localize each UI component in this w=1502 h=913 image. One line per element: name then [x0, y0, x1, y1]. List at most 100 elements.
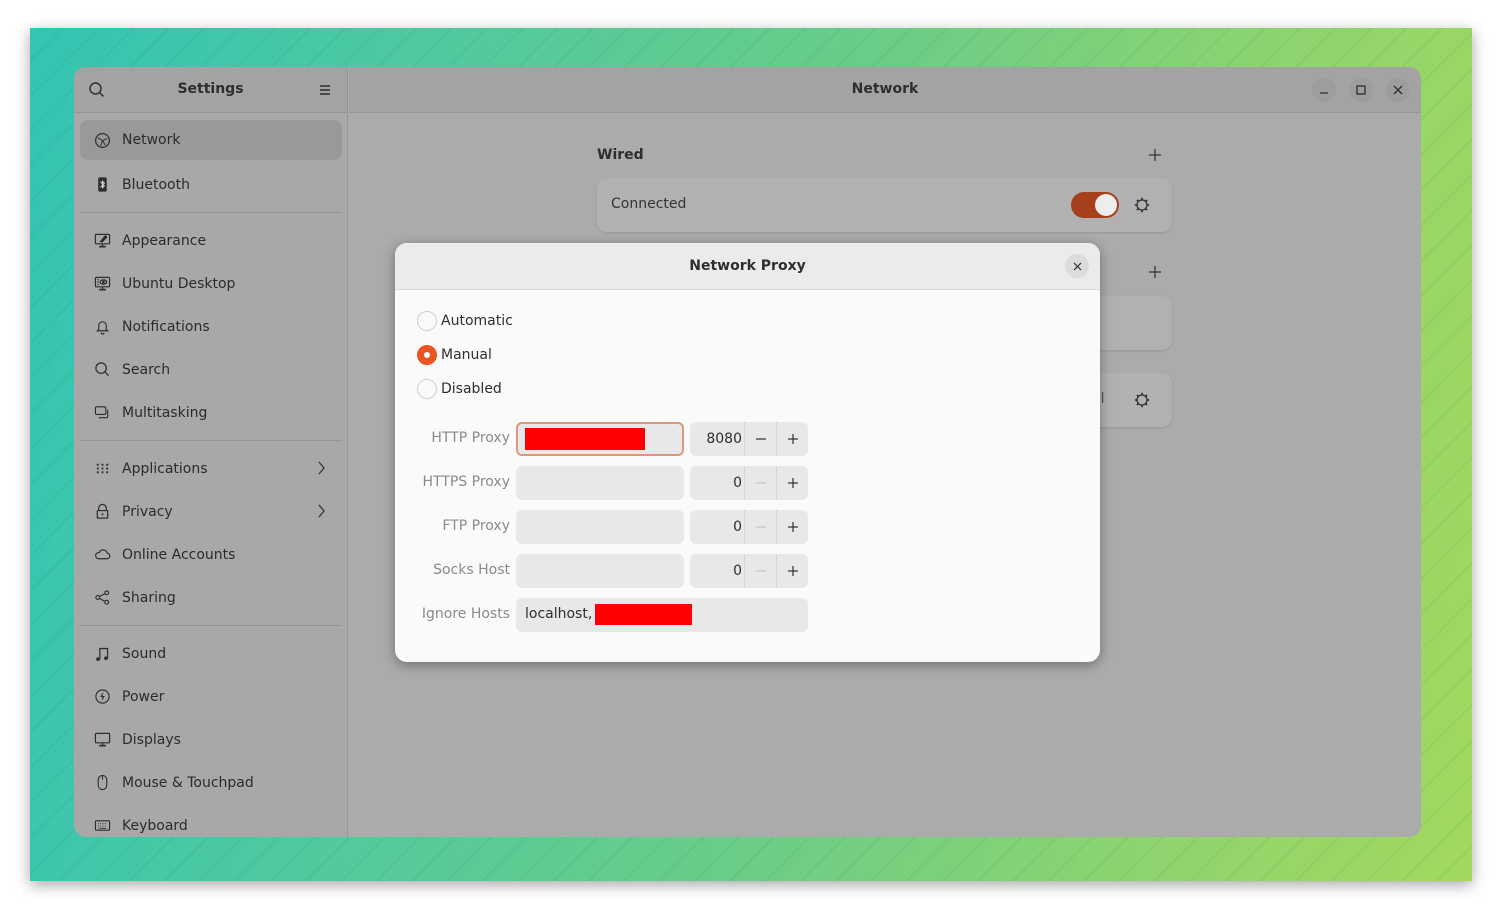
- network-icon: [93, 131, 111, 149]
- close-icon: [1073, 262, 1081, 270]
- minus-icon: [755, 482, 766, 484]
- sidebar-item-mouse-touchpad[interactable]: Mouse & Touchpad: [80, 761, 342, 804]
- sidebar-item-ubuntu-desktop[interactable]: Ubuntu Desktop: [80, 262, 342, 305]
- lock-icon: [93, 503, 111, 521]
- port-decrement-button[interactable]: [744, 422, 776, 456]
- sidebar-item-label: Multitasking: [122, 404, 208, 421]
- https-proxy-host-input[interactable]: [516, 466, 684, 500]
- close-icon: [1393, 85, 1403, 95]
- https-proxy-port-spinner[interactable]: 0: [690, 466, 808, 500]
- music-note-icon: [93, 645, 111, 663]
- sidebar-item-appearance[interactable]: Appearance: [80, 219, 342, 262]
- minus-icon: [755, 570, 766, 572]
- radio-label: Manual: [441, 347, 492, 363]
- radio-manual[interactable]: Manual: [417, 344, 492, 366]
- keyboard-icon: [93, 817, 111, 835]
- radio-button[interactable]: [417, 345, 437, 365]
- sidebar-item-sharing[interactable]: Sharing: [80, 576, 342, 619]
- sidebar-item-displays[interactable]: Displays: [80, 718, 342, 761]
- minimize-icon: [1320, 92, 1328, 94]
- ftp-proxy-port-spinner[interactable]: 0: [690, 510, 808, 544]
- port-decrement-button[interactable]: [744, 554, 776, 588]
- page-title: Network: [851, 81, 919, 97]
- port-increment-button[interactable]: [776, 510, 808, 544]
- chevron-right-icon: [318, 461, 325, 475]
- add-wired-connection-icon[interactable]: [1147, 147, 1163, 163]
- dialog-close-button[interactable]: [1065, 254, 1089, 278]
- sidebar-item-bluetooth[interactable]: Bluetooth: [80, 163, 342, 206]
- http-proxy-port-spinner[interactable]: 8080: [690, 422, 808, 456]
- minimize-button[interactable]: [1312, 78, 1336, 102]
- radio-label: Disabled: [441, 381, 502, 397]
- port-decrement-button[interactable]: [744, 510, 776, 544]
- dialog-header: Network Proxy: [395, 243, 1100, 290]
- ignore-hosts-input[interactable]: localhost,: [516, 598, 808, 632]
- sidebar-item-label: Online Accounts: [122, 546, 236, 563]
- plus-icon: [787, 566, 798, 576]
- sidebar-item-power[interactable]: Power: [80, 675, 342, 718]
- chevron-right-icon: [318, 504, 325, 518]
- sidebar-item-multitasking[interactable]: Multitasking: [80, 391, 342, 434]
- port-increment-button[interactable]: [776, 554, 808, 588]
- display-icon: [93, 731, 111, 749]
- sidebar-item-notifications[interactable]: Notifications: [80, 305, 342, 348]
- plus-icon: [787, 434, 798, 444]
- bell-icon: [93, 318, 111, 336]
- port-value[interactable]: 8080: [690, 431, 742, 447]
- maximize-icon: [1356, 85, 1366, 95]
- radio-button[interactable]: [417, 379, 437, 399]
- sidebar-divider: [80, 440, 342, 441]
- port-value[interactable]: 0: [690, 563, 742, 579]
- radio-button[interactable]: [417, 311, 437, 331]
- appearance-icon: [93, 232, 111, 250]
- ignore-hosts-value: localhost,: [525, 606, 593, 622]
- wired-connection-card: Connected: [597, 178, 1172, 232]
- sidebar-title: Settings: [177, 81, 244, 97]
- sidebar-item-keyboard[interactable]: Keyboard: [80, 804, 342, 837]
- ignore-hosts-label: Ignore Hosts: [421, 606, 510, 622]
- plus-icon: [787, 522, 798, 532]
- close-button[interactable]: [1386, 78, 1410, 102]
- wired-toggle[interactable]: [1071, 192, 1119, 218]
- sidebar: Settings Network Bluetooth Appearance Ub…: [74, 67, 348, 837]
- radio-disabled[interactable]: Disabled: [417, 378, 502, 400]
- https-proxy-label: HTTPS Proxy: [422, 474, 510, 490]
- sidebar-item-label: Appearance: [122, 232, 207, 249]
- sidebar-item-applications[interactable]: Applications: [80, 447, 342, 490]
- port-increment-button[interactable]: [776, 422, 808, 456]
- port-value[interactable]: 0: [690, 475, 742, 491]
- ubuntu-desktop-icon: [93, 275, 111, 293]
- search-icon: [93, 361, 111, 379]
- wired-status: Connected: [611, 196, 687, 212]
- port-decrement-button[interactable]: [744, 466, 776, 500]
- hamburger-menu-icon[interactable]: [318, 83, 332, 97]
- minus-icon: [755, 438, 766, 440]
- sidebar-item-network[interactable]: Network: [80, 120, 342, 160]
- sidebar-item-label: Mouse & Touchpad: [122, 774, 254, 791]
- redacted-hosts: [595, 604, 692, 625]
- radio-automatic[interactable]: Automatic: [417, 310, 513, 332]
- socks-host-input[interactable]: [516, 554, 684, 588]
- gear-icon[interactable]: [1133, 196, 1151, 214]
- sidebar-item-privacy[interactable]: Privacy: [80, 490, 342, 533]
- sidebar-list: Network Bluetooth Appearance Ubuntu Desk…: [80, 120, 342, 837]
- share-icon: [93, 589, 111, 607]
- sidebar-item-label: Power: [122, 688, 165, 705]
- http-proxy-label: HTTP Proxy: [431, 430, 510, 446]
- maximize-button[interactable]: [1349, 78, 1373, 102]
- ftp-proxy-host-input[interactable]: [516, 510, 684, 544]
- port-increment-button[interactable]: [776, 466, 808, 500]
- bluetooth-icon: [93, 176, 111, 194]
- port-value[interactable]: 0: [690, 519, 742, 535]
- sidebar-item-label: Bluetooth: [122, 176, 190, 193]
- wired-section-title: Wired: [597, 147, 644, 163]
- sidebar-item-sound[interactable]: Sound: [80, 632, 342, 675]
- add-vpn-icon[interactable]: [1147, 264, 1163, 280]
- ftp-proxy-label: FTP Proxy: [442, 518, 510, 534]
- dialog-title: Network Proxy: [689, 258, 806, 274]
- socks-port-spinner[interactable]: 0: [690, 554, 808, 588]
- gear-icon[interactable]: [1133, 391, 1151, 409]
- sidebar-item-search[interactable]: Search: [80, 348, 342, 391]
- sidebar-item-online-accounts[interactable]: Online Accounts: [80, 533, 342, 576]
- http-proxy-host-input[interactable]: [516, 422, 684, 456]
